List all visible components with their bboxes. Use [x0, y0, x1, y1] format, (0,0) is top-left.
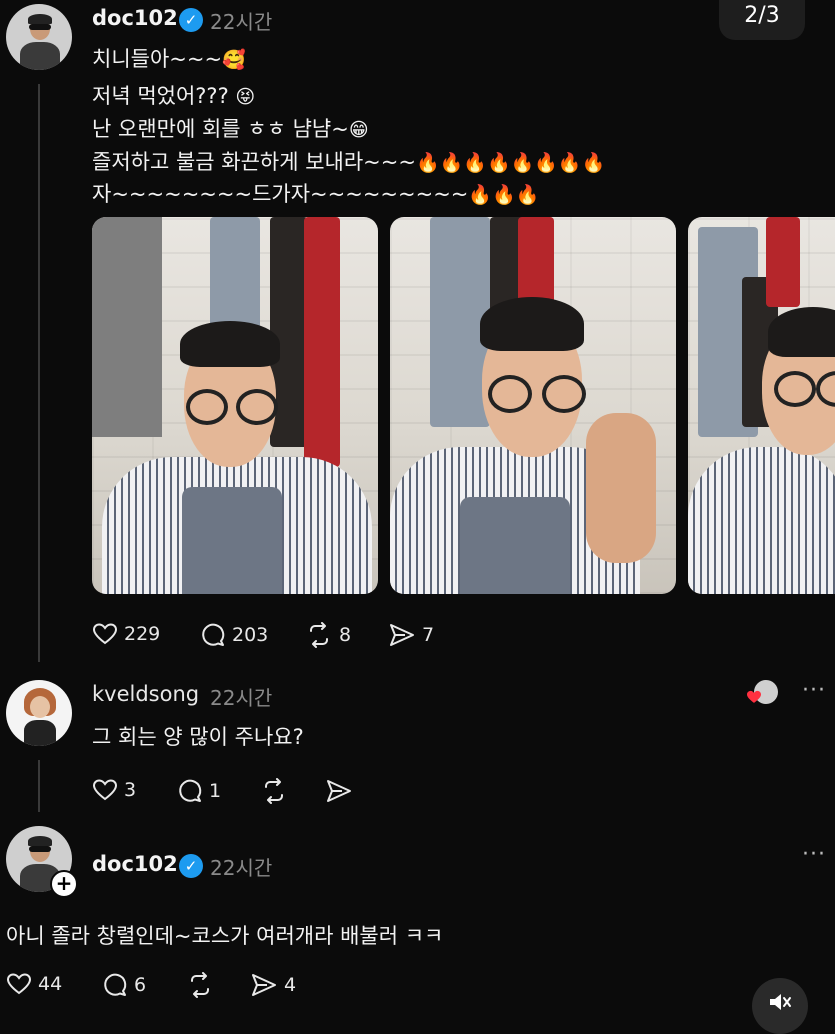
fire-emoji: 🔥🔥🔥: [468, 184, 540, 206]
comment-icon: [202, 623, 225, 646]
heart-icon: [747, 690, 761, 703]
share-count: 7: [422, 624, 435, 646]
avatar[interactable]: [6, 4, 72, 70]
like-count: 44: [38, 973, 63, 995]
post-photo-1[interactable]: [92, 217, 378, 594]
reply-text: 그 회는 양 많이 주나요?: [92, 725, 304, 749]
timestamp: 22시간: [210, 686, 273, 710]
comment-count: 1: [209, 780, 222, 802]
comment-icon: [179, 779, 202, 802]
repost-icon: [265, 778, 283, 804]
like-button[interactable]: 3: [92, 778, 136, 802]
repost-icon: [191, 972, 209, 998]
reply-text: 아니 졸라 창렬인데~코스가 여러개라 배불러 ㅋㅋ: [6, 924, 444, 948]
repost-count: 8: [339, 624, 352, 646]
thread-line: [38, 760, 40, 812]
like-button[interactable]: 44: [6, 972, 62, 996]
timestamp: 22시간: [210, 856, 273, 880]
liked-by-author-badge: [746, 680, 780, 706]
comment-button[interactable]: 6: [102, 972, 146, 998]
timestamp: 22시간: [210, 10, 273, 34]
comment-count: 203: [232, 624, 269, 646]
share-icon: [390, 624, 414, 646]
comment-count: 6: [134, 974, 147, 996]
share-button[interactable]: 7: [388, 622, 434, 648]
share-icon: [252, 974, 276, 996]
heart-icon: [92, 779, 118, 801]
mute-button[interactable]: [752, 978, 808, 1034]
username[interactable]: kveldsong: [92, 682, 199, 706]
post-line: 저녁 먹었어??? 😝: [92, 84, 256, 108]
share-count: 4: [284, 974, 297, 996]
thread-line: [38, 84, 40, 662]
like-count: 229: [124, 623, 161, 645]
repost-button[interactable]: [260, 778, 288, 804]
follow-plus-icon[interactable]: +: [50, 870, 78, 898]
verified-icon: ✓: [179, 854, 203, 878]
avatar[interactable]: [6, 680, 72, 746]
smiling-hearts-emoji: 🥰: [222, 49, 246, 71]
share-icon: [327, 780, 351, 802]
verified-icon: ✓: [179, 8, 203, 32]
post-line: 난 오랜만에 회를 ㅎㅎ 냠냠~😁: [92, 117, 369, 141]
share-button[interactable]: 4: [250, 972, 296, 998]
comment-icon: [104, 973, 127, 996]
page-indicator: 2/3: [719, 0, 805, 40]
post-line: 자~~~~~~~~드가자~~~~~~~~~🔥🔥🔥: [92, 182, 540, 206]
repost-icon: [310, 622, 328, 648]
post-photo-2[interactable]: [390, 217, 676, 594]
username[interactable]: doc102: [92, 6, 178, 30]
repost-button[interactable]: 8: [305, 622, 351, 648]
more-icon[interactable]: ···: [802, 842, 826, 867]
grin-emoji: 😁: [348, 119, 369, 141]
username[interactable]: doc102: [92, 852, 178, 876]
like-count: 3: [124, 779, 137, 801]
post-line: 즐저하고 불금 화끈하게 보내라~~~🔥🔥🔥🔥🔥🔥🔥🔥: [92, 150, 606, 174]
more-icon[interactable]: ···: [802, 678, 826, 703]
like-button[interactable]: 229: [92, 622, 160, 646]
heart-icon: [92, 623, 118, 645]
tongue-emoji: 😝: [235, 86, 256, 108]
fire-emoji: 🔥🔥🔥🔥🔥🔥🔥🔥: [415, 152, 606, 174]
mute-icon: [770, 994, 791, 1010]
repost-button[interactable]: [186, 972, 214, 998]
share-button[interactable]: [325, 778, 353, 804]
post-line: 치니들아~~~🥰: [92, 47, 246, 71]
comment-button[interactable]: 1: [177, 778, 221, 804]
heart-icon: [6, 973, 32, 995]
comment-button[interactable]: 203: [200, 622, 268, 648]
post-photo-3[interactable]: [688, 217, 835, 594]
